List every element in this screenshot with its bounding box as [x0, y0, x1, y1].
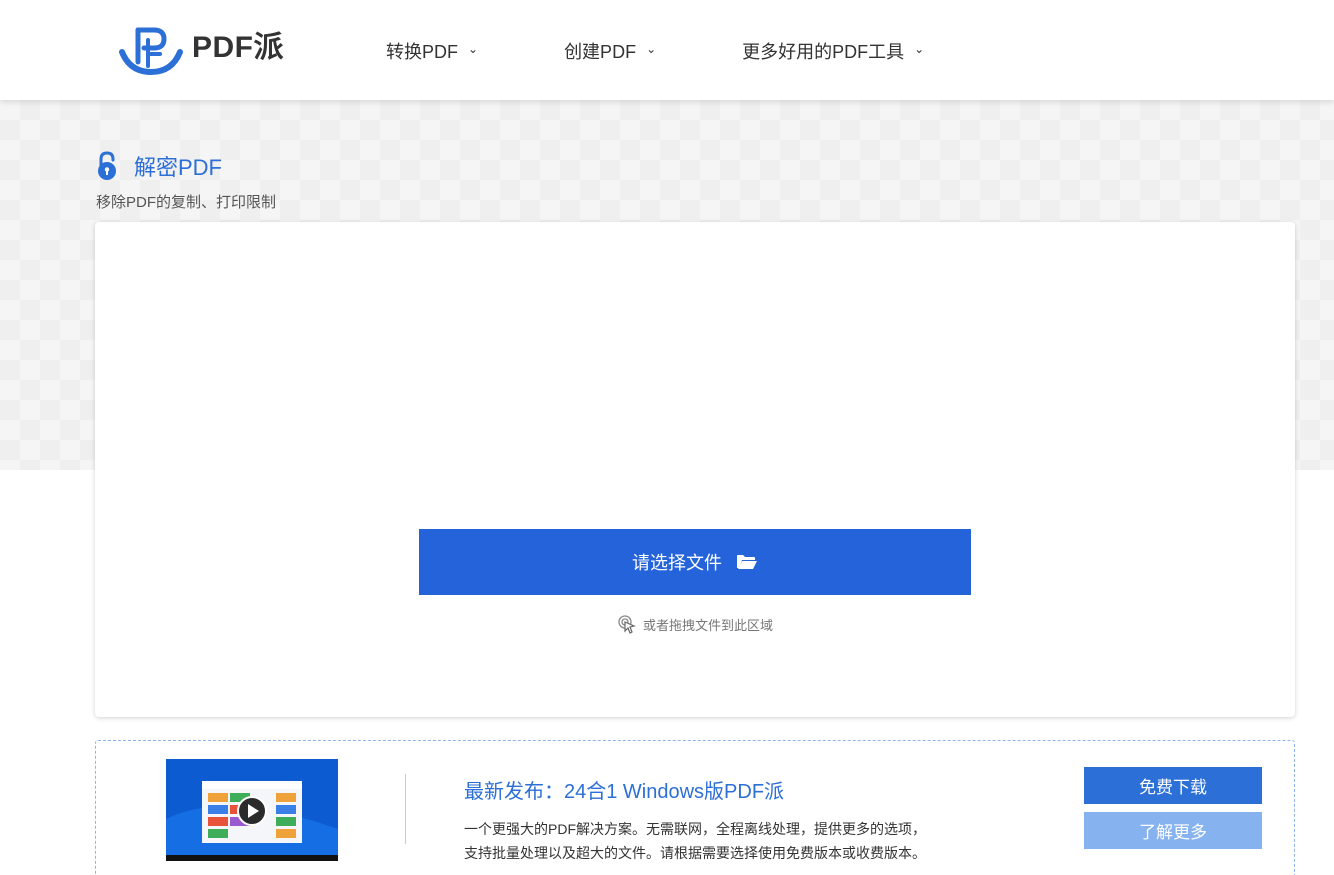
desktop-preview-icon: [166, 759, 338, 861]
promo-desc-line: 支持批量处理以及超大的文件。请根据需要选择使用免费版本或收费版本。: [464, 845, 926, 861]
site-logo[interactable]: PDF派: [118, 22, 284, 76]
chevron-down-icon: ⌄: [646, 42, 657, 56]
main-nav: 转换PDF ⌄ 创建PDF ⌄ 更多好用的PDF工具 ⌄: [386, 38, 1010, 64]
site-header: PDF派 转换PDF ⌄ 创建PDF ⌄ 更多好用的PDF工具 ⌄: [0, 0, 1334, 100]
unlock-icon: [98, 151, 116, 180]
promo-description: 一个更强大的PDF解决方案。无需联网，全程离线处理，提供更多的选项， 支持批量处…: [464, 817, 984, 865]
nav-more-tools[interactable]: 更多好用的PDF工具 ⌄: [742, 38, 924, 64]
promo-desc-line: 一个更强大的PDF解决方案。无需联网，全程离线处理，提供更多的选项，: [464, 821, 926, 837]
promo-banner: 最新发布：24合1 Windows版PDF派 一个更强大的PDF解决方案。无需联…: [95, 740, 1295, 875]
promo-title: 最新发布：24合1 Windows版PDF派: [464, 781, 785, 803]
folder-open-icon: [737, 555, 757, 569]
select-file-button[interactable]: 请选择文件: [419, 529, 971, 595]
free-download-button[interactable]: 免费下载: [1084, 767, 1262, 804]
logo-mark-icon: [119, 27, 183, 76]
nav-label: 更多好用的PDF工具: [742, 42, 905, 62]
nav-create-pdf[interactable]: 创建PDF ⌄: [564, 38, 656, 64]
chevron-down-icon: ⌄: [914, 42, 925, 56]
pointer-icon: [618, 615, 636, 634]
chevron-down-icon: ⌄: [468, 42, 479, 56]
select-file-label: 请选择文件: [632, 553, 722, 573]
learn-more-button[interactable]: 了解更多: [1084, 812, 1262, 849]
drag-hint: 或者拖拽文件到此区域: [95, 614, 1295, 634]
tool-subtitle: 移除PDF的复制、打印限制: [96, 194, 277, 211]
nav-label: 转换PDF: [386, 42, 458, 62]
logo-text: PDF派: [192, 31, 284, 64]
tool-title: 解密PDF: [96, 150, 222, 182]
promo-divider: [405, 774, 406, 844]
nav-convert-pdf[interactable]: 转换PDF ⌄: [386, 38, 478, 64]
nav-label: 创建PDF: [564, 42, 637, 62]
upload-dropzone[interactable]: 请选择文件 或者拖拽文件到此区域: [95, 222, 1295, 717]
tool-title-text: 解密PDF: [134, 155, 223, 180]
promo-screenshot[interactable]: [166, 759, 338, 861]
drag-hint-text: 或者拖拽文件到此区域: [642, 617, 773, 633]
